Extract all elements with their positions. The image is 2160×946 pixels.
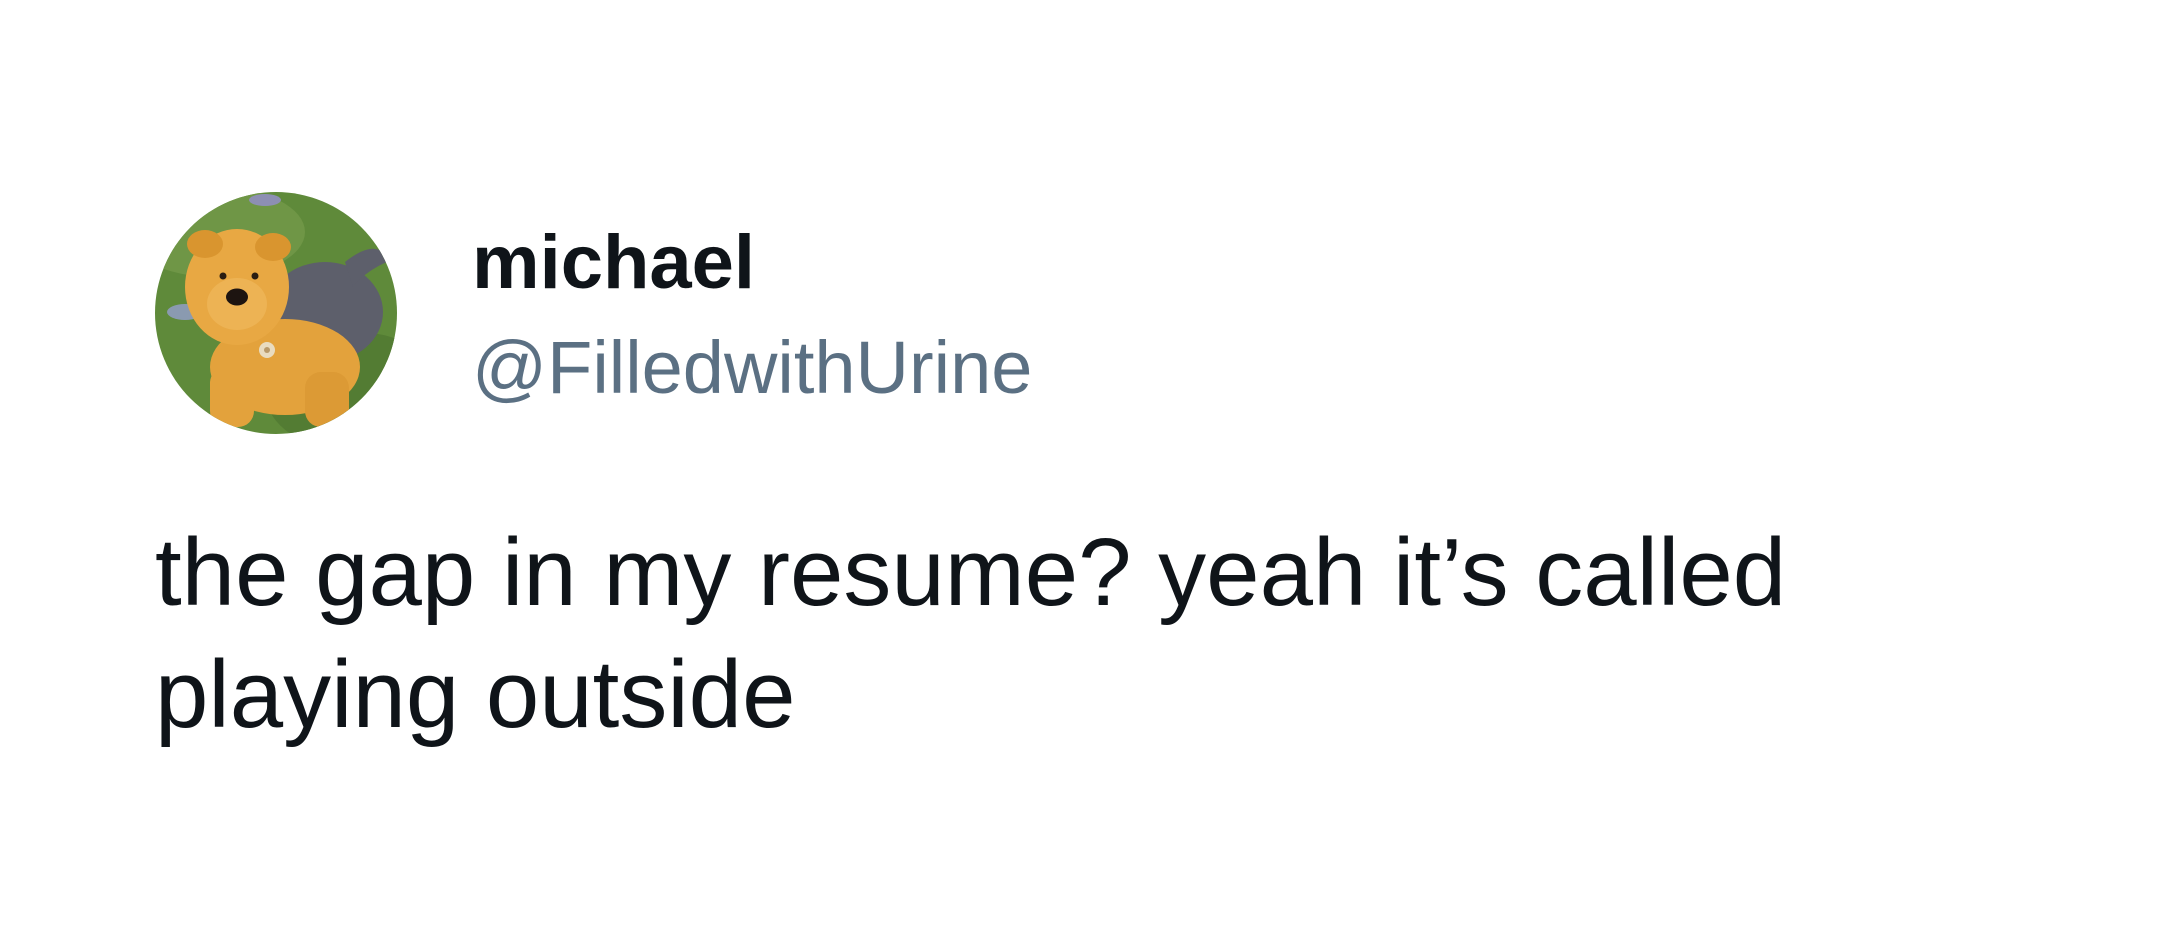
- tweet-card: michael @FilledwithUrine the gap in my r…: [0, 0, 2160, 946]
- plush-dog-avatar-icon: [155, 192, 397, 434]
- tweet-text: the gap in my resume? yeah it’s called p…: [155, 519, 1787, 748]
- user-handle[interactable]: @FilledwithUrine: [472, 323, 1032, 413]
- display-name[interactable]: michael: [472, 218, 755, 308]
- avatar[interactable]: [155, 192, 397, 434]
